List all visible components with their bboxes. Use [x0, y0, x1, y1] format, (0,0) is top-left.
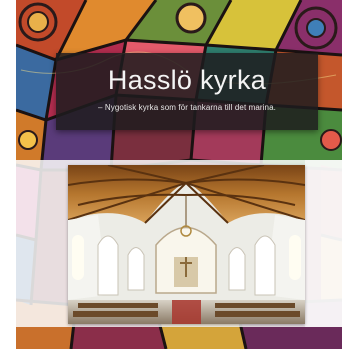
content-band-edge: [305, 160, 342, 327]
church-interior-photo: [68, 165, 305, 324]
title-banner: Hasslö kyrka – Nygotisk kyrka som för ta…: [56, 53, 318, 130]
church-interior-image: [68, 165, 305, 324]
page-title: Hasslö kyrka: [107, 65, 267, 95]
page-tagline: – Nygotisk kyrka som för tankarna till d…: [98, 103, 276, 112]
page: Hasslö kyrka – Nygotisk kyrka som för ta…: [0, 0, 344, 349]
